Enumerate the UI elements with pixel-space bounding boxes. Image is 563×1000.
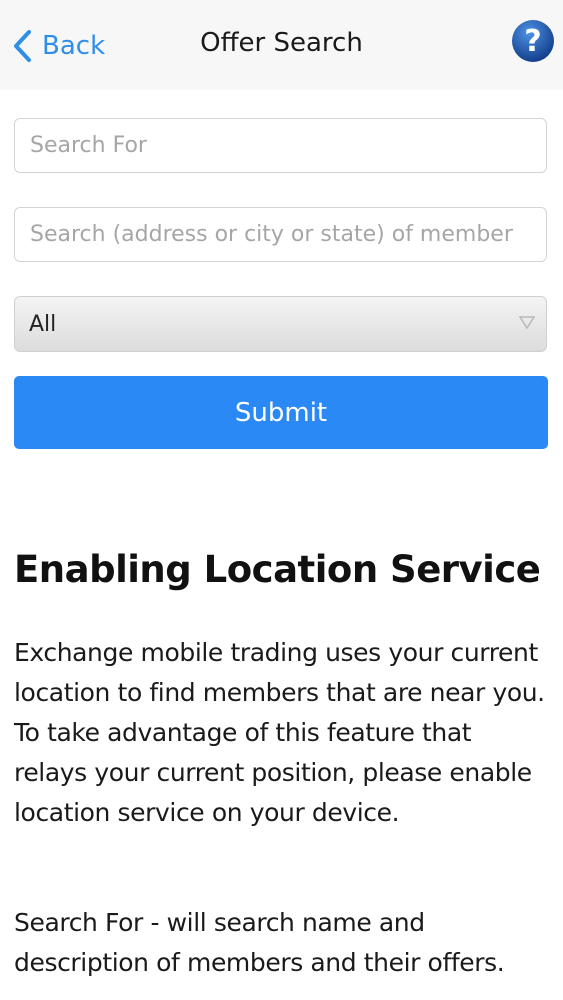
submit-button[interactable]: Submit xyxy=(14,376,548,449)
page-title: Offer Search xyxy=(200,28,363,58)
location-service-description: Exchange mobile trading uses your curren… xyxy=(14,638,545,827)
question-mark-icon: ? xyxy=(512,20,554,62)
navigation-bar: Back Offer Search ? xyxy=(0,0,563,90)
triangle-down-icon xyxy=(518,316,536,330)
category-selected-value: All xyxy=(29,312,57,337)
help-button[interactable]: ? xyxy=(511,19,555,63)
search-for-description: Search For - will search name and descri… xyxy=(14,908,505,977)
location-service-heading: Enabling Location Service xyxy=(14,548,541,591)
help-symbol: ? xyxy=(524,24,541,59)
search-for-input[interactable] xyxy=(14,118,547,173)
category-select[interactable]: All xyxy=(14,296,547,352)
member-location-input[interactable] xyxy=(14,207,547,262)
